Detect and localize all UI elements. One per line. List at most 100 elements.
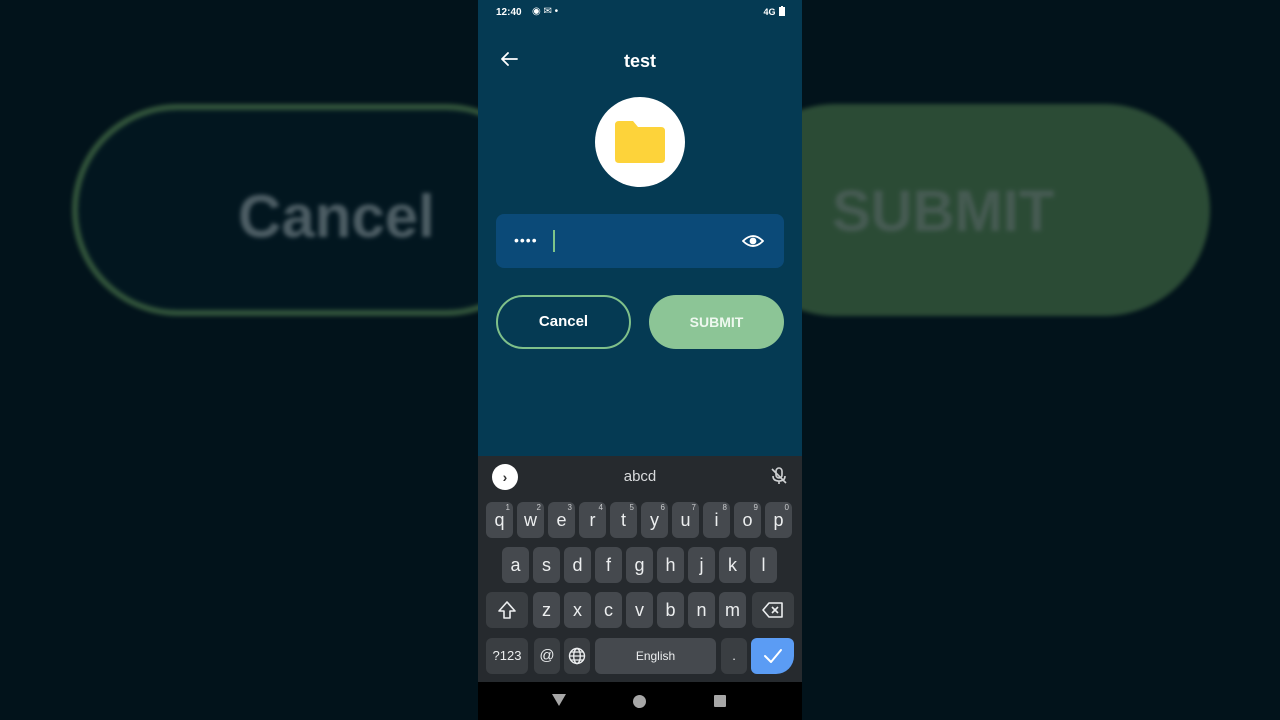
key-label: s [542,555,551,575]
key-label: j [699,555,704,575]
key-label: z [542,600,551,620]
nav-back-icon[interactable] [552,694,566,706]
key-label: r [589,510,596,530]
key-label: m [725,600,740,620]
network-label: 4G [763,7,776,17]
phone-screen: 12:40 ◉ ✉ • 4G test •••• Cancel SUBMIT ›… [478,0,802,720]
avatar [595,97,685,187]
background-cancel-label: Cancel [238,183,435,250]
battery-icon [779,6,785,16]
key-label: p [773,510,784,530]
suggestion-word[interactable]: abcd [478,468,802,485]
key-i[interactable]: i8 [703,502,730,538]
status-time: 12:40 [496,7,522,18]
key-hint: 7 [691,503,696,512]
at-key[interactable]: @ [534,638,560,674]
key-r[interactable]: r4 [579,502,606,538]
background-submit-label: SUBMIT [832,179,1055,244]
key-o[interactable]: o9 [734,502,761,538]
key-label: a [510,555,521,575]
key-hint: 3 [567,503,572,512]
key-label: v [635,600,644,620]
key-e[interactable]: e3 [548,502,575,538]
key-label: w [524,510,537,530]
key-hint: 0 [784,503,789,512]
key-label: x [573,600,582,620]
navigation-bar [478,682,802,720]
key-x[interactable]: x [564,592,591,628]
key-label: i [714,510,719,530]
key-label: q [494,510,505,530]
key-label: h [665,555,676,575]
password-value: •••• [514,232,538,248]
key-label: g [634,555,645,575]
status-right-icons: 4G [763,6,786,17]
key-c[interactable]: c [595,592,622,628]
shift-icon [498,601,516,619]
key-f[interactable]: f [595,547,622,583]
key-label: c [604,600,613,620]
app-bar: test [478,44,802,80]
key-hint: 1 [505,503,510,512]
key-k[interactable]: k [719,547,746,583]
key-q[interactable]: q1 [486,502,513,538]
key-label: l [761,555,766,575]
key-v[interactable]: v [626,592,653,628]
key-t[interactable]: t5 [610,502,637,538]
status-bar: 12:40 ◉ ✉ • 4G [478,0,802,26]
key-j[interactable]: j [688,547,715,583]
key-z[interactable]: z [533,592,560,628]
key-w[interactable]: w2 [517,502,544,538]
key-label: k [728,555,737,575]
key-label: e [556,510,567,530]
key-label: t [620,510,626,530]
key-s[interactable]: s [533,547,560,583]
nav-home-icon[interactable] [633,695,646,708]
keyboard: › abcd q1w2e3r4t5y6u7i8o9p0 asdfghjkl zx… [478,456,802,682]
checkmark-icon [763,649,782,663]
shift-key[interactable] [486,592,528,628]
key-g[interactable]: g [626,547,653,583]
key-label: b [665,600,676,620]
key-l[interactable]: l [750,547,777,583]
nav-recents-icon[interactable] [714,695,726,707]
backspace-key[interactable] [752,592,794,628]
key-hint: 4 [598,503,603,512]
eye-icon[interactable] [742,231,764,251]
mic-off-icon[interactable] [770,467,788,485]
enter-key[interactable] [751,638,794,674]
key-hint: 5 [629,503,634,512]
key-hint: 6 [660,503,665,512]
language-key[interactable] [564,638,590,674]
key-label: u [680,510,691,530]
cancel-button[interactable]: Cancel [496,295,631,349]
page-title: test [623,51,656,71]
key-hint: 9 [753,503,758,512]
key-p[interactable]: p0 [765,502,792,538]
folder-icon [615,121,665,163]
key-hint: 2 [536,503,541,512]
key-n[interactable]: n [688,592,715,628]
password-field[interactable]: •••• [496,214,784,268]
symbols-key[interactable]: ?123 [486,638,528,674]
submit-button[interactable]: SUBMIT [649,295,784,349]
key-b[interactable]: b [657,592,684,628]
period-key[interactable]: . [721,638,747,674]
space-key[interactable]: English [595,638,716,674]
key-d[interactable]: d [564,547,591,583]
key-hint: 8 [722,503,727,512]
key-label: o [742,510,753,530]
globe-icon [568,647,586,665]
key-m[interactable]: m [719,592,746,628]
suggestion-strip: › abcd [478,456,802,496]
notification-icons: ◉ ✉ • [532,6,559,17]
text-cursor [553,230,555,252]
key-label: y [650,510,659,530]
key-a[interactable]: a [502,547,529,583]
key-label: n [696,600,707,620]
key-y[interactable]: y6 [641,502,668,538]
key-u[interactable]: u7 [672,502,699,538]
screen: Cancel SUBMIT 12:40 ◉ ✉ • 4G test •••• C… [0,0,1280,720]
key-label: f [605,555,611,575]
key-h[interactable]: h [657,547,684,583]
